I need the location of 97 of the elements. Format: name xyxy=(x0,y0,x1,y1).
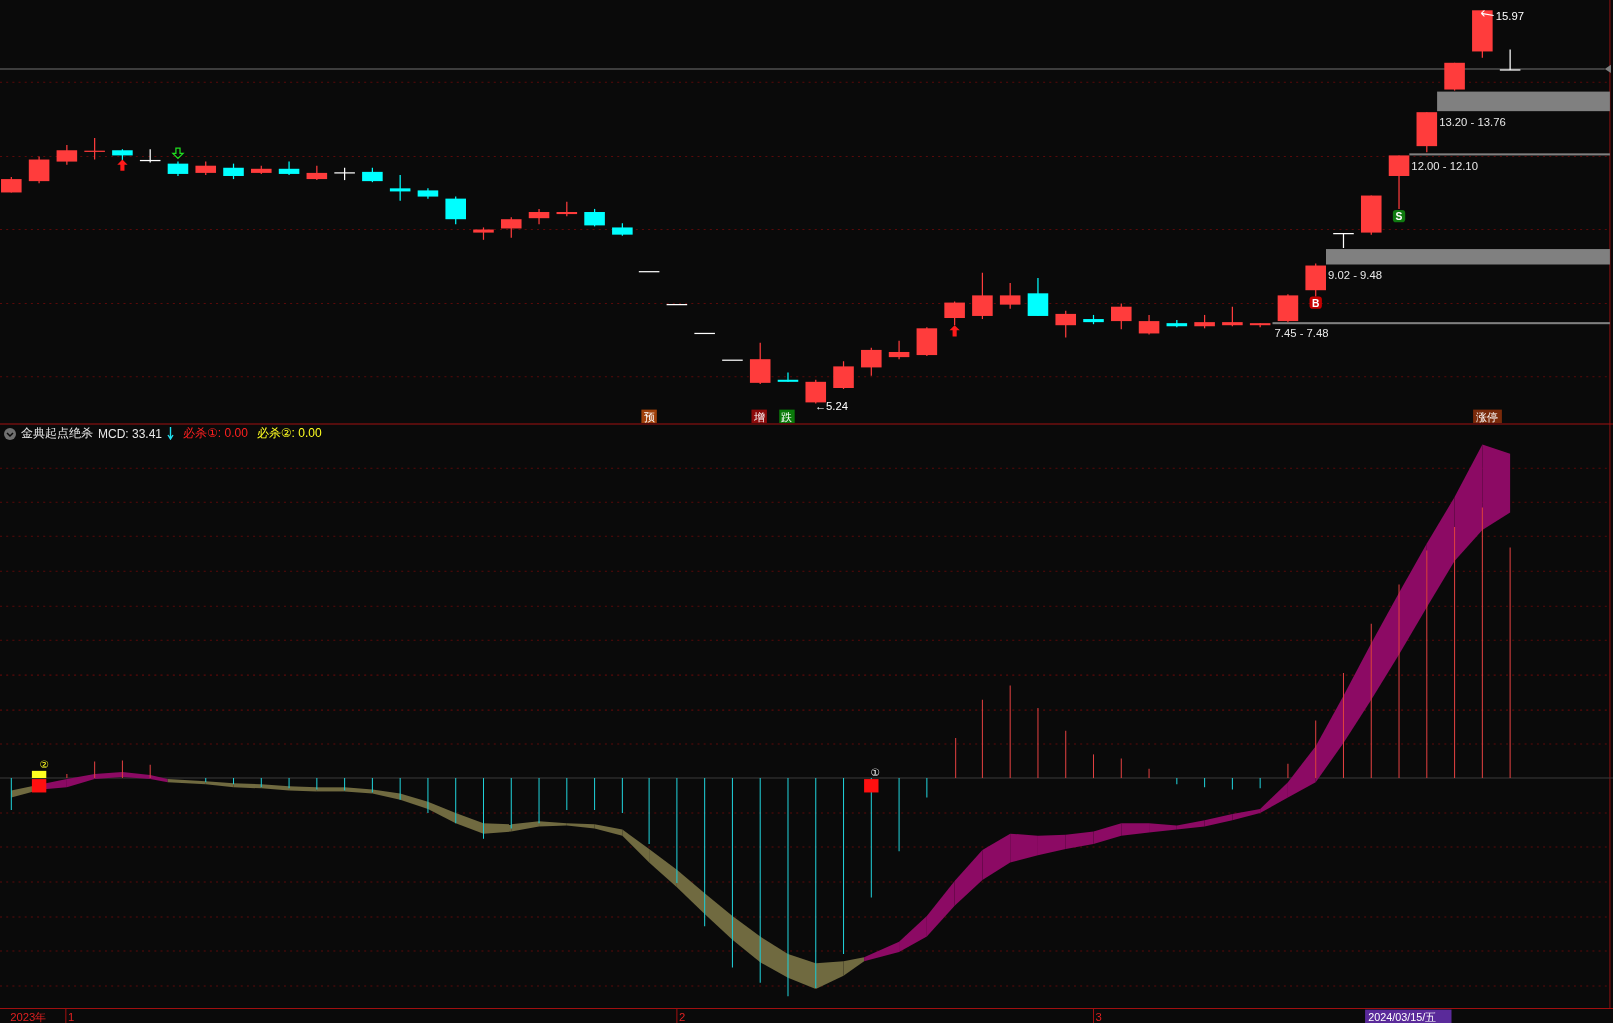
candlestick xyxy=(112,148,133,162)
candlestick xyxy=(1027,277,1049,317)
up-arrow-icon xyxy=(949,325,960,337)
candlestick xyxy=(501,216,522,239)
zone-label: 7.45 - 7.48 xyxy=(1274,326,1329,339)
candlestick xyxy=(1249,322,1271,328)
candlestick xyxy=(1499,48,1522,71)
candlestick xyxy=(1360,194,1382,236)
marker-label: ② xyxy=(39,758,49,770)
indicator-band xyxy=(1037,834,1066,856)
candlestick xyxy=(306,165,328,181)
kill-2-value: 必杀②: 0.00 xyxy=(256,425,322,442)
candlestick xyxy=(1305,262,1326,297)
candlestick xyxy=(223,163,244,180)
low-price-label: ←5.24 xyxy=(814,399,848,412)
candlestick xyxy=(972,272,993,320)
candlestick xyxy=(1194,314,1215,329)
candlestick xyxy=(389,174,411,202)
indicator-band xyxy=(1204,814,1233,827)
candlestick xyxy=(445,195,466,225)
candlestick xyxy=(473,226,494,241)
collapse-icon[interactable] xyxy=(4,427,16,440)
candlestick xyxy=(1444,62,1465,92)
tag-label: 涨停 xyxy=(1476,410,1499,423)
arrow-icon xyxy=(1480,9,1495,17)
candlestick xyxy=(833,360,854,390)
candlestick xyxy=(28,155,50,184)
candlestick xyxy=(1083,314,1104,325)
kill-1-value: 必杀①: 0.00 xyxy=(183,425,248,442)
candlestick xyxy=(1388,154,1410,210)
candlestick xyxy=(528,208,550,225)
candlestick xyxy=(1055,310,1076,339)
candlestick xyxy=(139,148,162,164)
signal-badge: S xyxy=(1392,209,1406,223)
indicator-band xyxy=(704,893,733,940)
candlestick xyxy=(167,160,189,177)
indicator-band xyxy=(1149,823,1177,833)
indicator-band xyxy=(954,850,983,906)
indicator-band xyxy=(676,869,705,914)
candlestick xyxy=(251,165,272,175)
month-label: 3 xyxy=(1095,1010,1102,1023)
high-price-label: 15.97 xyxy=(1495,9,1524,22)
zone-label: 12.00 - 12.10 xyxy=(1411,159,1478,172)
candlestick xyxy=(861,347,882,377)
candlestick xyxy=(556,201,578,217)
candlestick xyxy=(749,342,771,385)
indicator-band xyxy=(1176,820,1205,830)
indicator-band xyxy=(788,954,816,990)
candlestick xyxy=(1166,319,1188,328)
candlestick xyxy=(278,160,300,176)
candlestick xyxy=(612,222,633,237)
zone-label: 9.02 - 9.48 xyxy=(1328,268,1383,281)
indicator-band xyxy=(760,936,788,978)
signal-badge: B xyxy=(1309,296,1322,309)
candlestick xyxy=(56,144,78,166)
indicator-band xyxy=(1065,831,1094,850)
signal-block xyxy=(864,779,879,793)
candlestick xyxy=(584,208,605,228)
candlestick xyxy=(721,359,744,361)
price-pointer-icon xyxy=(1604,64,1611,74)
tag-label: 增 xyxy=(753,410,765,423)
month-label: 2 xyxy=(678,1010,686,1023)
candlestick xyxy=(944,300,965,326)
candlestick xyxy=(638,271,660,273)
tag-label: 跌 xyxy=(781,410,793,423)
candlestick xyxy=(1111,303,1132,330)
candlestick xyxy=(1222,306,1243,327)
month-label: 1 xyxy=(67,1010,75,1023)
candlestick xyxy=(666,304,688,306)
mcd-value: MCD: 33.41 xyxy=(98,426,163,441)
candlestick xyxy=(417,187,439,200)
date-cursor-label: 2024/03/15/五 xyxy=(1365,1009,1452,1023)
marker-label: ① xyxy=(870,767,880,778)
candlestick xyxy=(1138,314,1160,336)
candlestick xyxy=(888,340,910,360)
candlestick xyxy=(83,137,106,161)
candlestick xyxy=(362,167,383,183)
indicator-name: 金典起点绝杀 xyxy=(21,425,93,442)
candlestick xyxy=(195,160,217,176)
candlestick xyxy=(333,167,356,181)
candlestick xyxy=(1332,233,1355,249)
indicator-band xyxy=(732,915,761,963)
candlestick xyxy=(999,282,1021,310)
zone-label: 13.20 - 13.76 xyxy=(1439,115,1506,128)
up-arrow-icon xyxy=(117,159,128,171)
candlestick xyxy=(1277,293,1299,323)
candlestick xyxy=(1472,9,1493,59)
candlestick xyxy=(777,371,799,383)
candlestick xyxy=(1,176,22,194)
down-arrow-icon xyxy=(171,147,185,160)
tag-label: 预 xyxy=(643,410,655,423)
candlestick xyxy=(1416,111,1438,153)
indicator-band xyxy=(649,849,677,888)
year-label: 2023年 xyxy=(10,1010,47,1023)
down-arrow-icon xyxy=(167,427,175,440)
candlestick xyxy=(693,332,716,335)
candlestick xyxy=(916,326,938,357)
